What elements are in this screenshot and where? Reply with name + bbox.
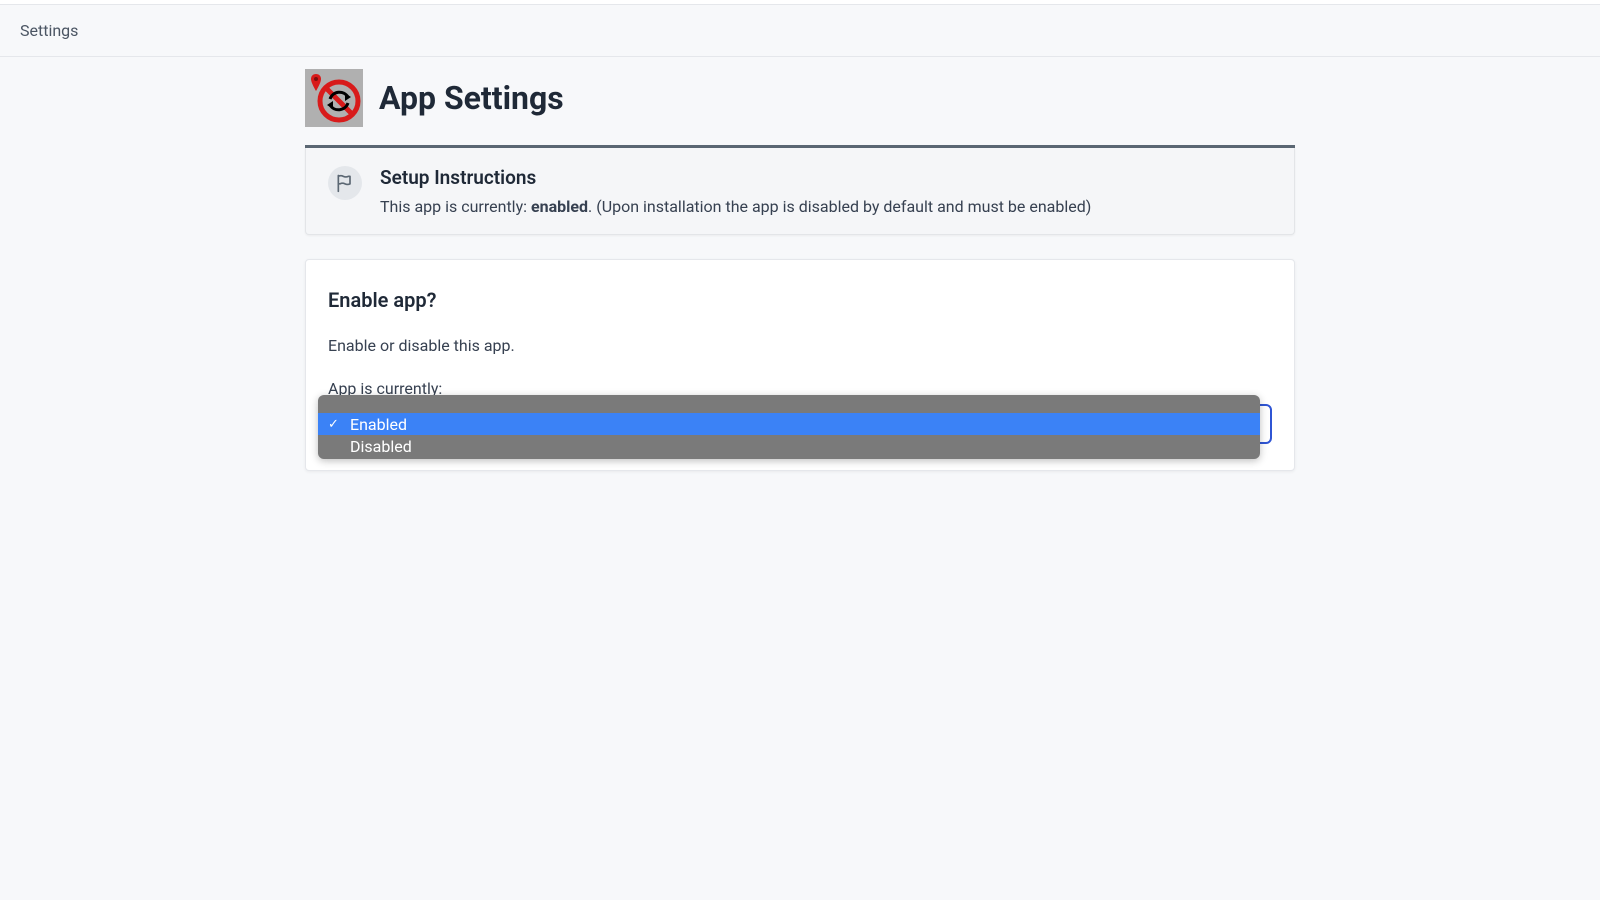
content-wrapper: App Settings Setup Instructions This app… [305,57,1295,471]
setup-instructions-card: Setup Instructions This app is currently… [305,148,1295,235]
page-header: App Settings [305,69,1295,148]
flag-icon-wrap [328,166,362,200]
app-status-dropdown: Enabled Disabled [318,395,1260,459]
setup-text-block: Setup Instructions This app is currently… [380,166,1091,216]
setup-desc-prefix: This app is currently: [380,197,531,216]
app-logo [305,69,363,127]
setup-desc-suffix: . (Upon installation the app is disabled… [588,197,1091,216]
flag-icon [335,173,355,193]
app-logo-icon [305,69,363,127]
page-title: App Settings [379,79,564,117]
dropdown-option-label: Enabled [350,415,407,434]
enable-app-description: Enable or disable this app. [328,336,1272,355]
breadcrumb-bar: Settings [0,5,1600,57]
enable-app-title: Enable app? [328,288,1272,312]
setup-instructions-desc: This app is currently: enabled. (Upon in… [380,197,1091,216]
setup-status-word: enabled [531,197,588,216]
setup-instructions-title: Setup Instructions [380,166,1091,189]
dropdown-option-label: Disabled [350,437,412,456]
enable-app-card: Enable app? Enable or disable this app. … [305,259,1295,471]
breadcrumb-settings-link[interactable]: Settings [20,21,78,40]
dropdown-option-enabled[interactable]: Enabled [318,413,1260,435]
dropdown-option-disabled[interactable]: Disabled [318,435,1260,457]
